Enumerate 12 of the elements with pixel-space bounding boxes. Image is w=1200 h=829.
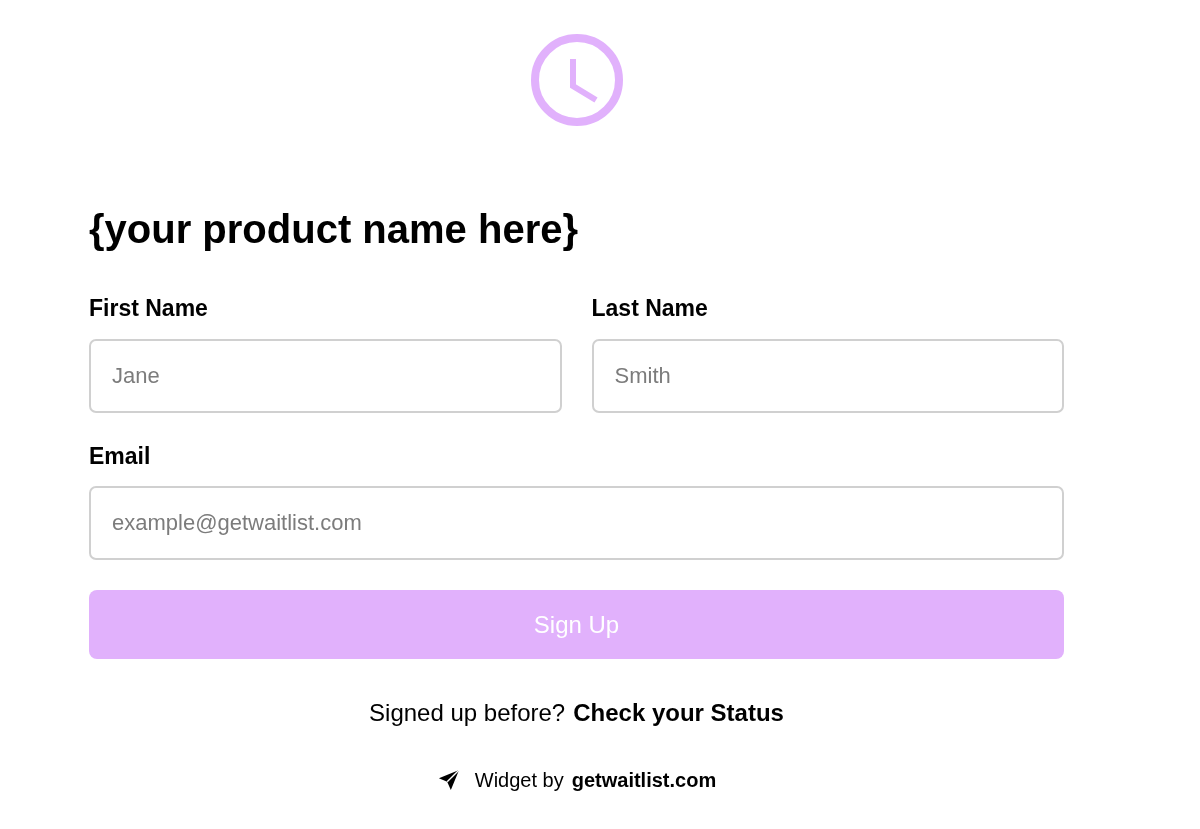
product-title: {your product name here} [89,206,579,253]
field-label: Last Name [591,294,709,323]
clock-icon [529,33,624,127]
prompt-text: Signed up before? [369,698,566,728]
email-field[interactable]: example@getwaitlist.com [89,486,1064,560]
check-status-link[interactable]: Check your Status [573,695,784,731]
field-label: Email [89,441,152,471]
field-label: First Name [89,294,209,323]
getwaitlist-link[interactable]: getwaitlist.com [571,765,717,795]
credit-text: Widget by [474,768,564,793]
name-field[interactable]: Jane [89,338,562,413]
name-field[interactable]: Smith [591,338,1064,413]
